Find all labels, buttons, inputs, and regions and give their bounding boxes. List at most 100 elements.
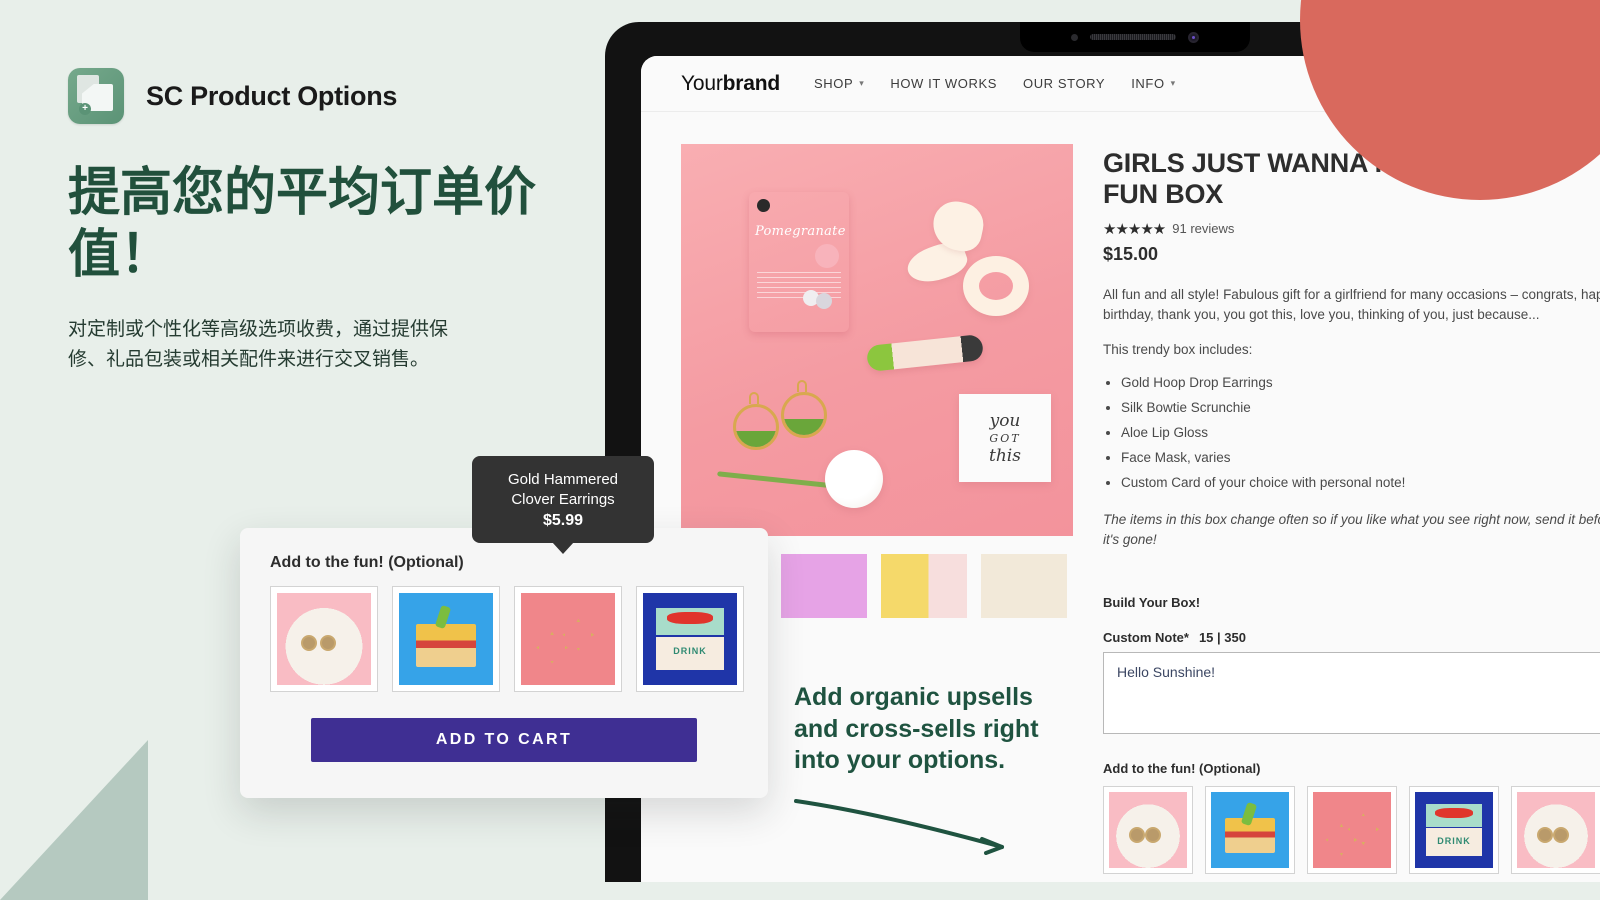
gallery-thumb-2[interactable] bbox=[781, 554, 867, 618]
scrunchie-prop bbox=[902, 197, 1037, 324]
mask-flavor-text: Pomegranate bbox=[755, 224, 846, 239]
product-includes-intro: This trendy box includes: bbox=[1103, 342, 1253, 358]
clover-earrings-image bbox=[521, 593, 615, 685]
you-got-this-card-prop: you GOT this bbox=[959, 394, 1051, 482]
drink-card-image: DRINK bbox=[643, 593, 737, 685]
app-name: SC Product Options bbox=[146, 80, 398, 111]
product-page: Pomegranate you GOT this GIRLS JUST WANN… bbox=[641, 112, 1600, 882]
product-info: GIRLS JUST WANNA HAVE FUN BOX ★★★★★ 91 r… bbox=[1103, 144, 1600, 882]
popup-title: Add to the fun! (Optional) bbox=[270, 554, 464, 571]
nav-item-how-it-works[interactable]: HOW IT WORKS bbox=[890, 76, 997, 91]
pompom-ball bbox=[825, 450, 883, 508]
promo-subcopy: 对定制或个性化等高级选项收费，通过提供保修、礼品包装或相关配件来进行交叉销售。 bbox=[68, 318, 449, 371]
custom-note-input[interactable] bbox=[1103, 651, 1600, 734]
arrow-right-icon bbox=[794, 797, 1050, 860]
scrunchie-ring bbox=[963, 256, 1029, 316]
decorative-triangle bbox=[0, 740, 148, 900]
list-item: Aloe Lip Gloss bbox=[1121, 423, 1600, 444]
gallery-thumb-4[interactable] bbox=[981, 554, 1067, 618]
add-to-fun-swatch-grid: DRINK bbox=[1103, 785, 1600, 882]
promo-headline: 提高您的平均订单价值！ bbox=[68, 164, 537, 285]
list-item: Silk Bowtie Scrunchie bbox=[1121, 398, 1600, 419]
device-notch bbox=[1020, 22, 1250, 52]
list-item: Face Mask, varies bbox=[1121, 448, 1600, 469]
haribo-goldbears-image bbox=[1211, 791, 1289, 868]
chevron-down-icon: ▾ bbox=[859, 78, 865, 88]
drink-card-brand-pill bbox=[1435, 807, 1473, 818]
logo-plus-icon: + bbox=[79, 103, 91, 115]
product-includes-list: Gold Hoop Drop Earrings Silk Bowtie Scru… bbox=[1121, 373, 1600, 494]
camera-icon bbox=[1188, 31, 1199, 43]
clover-earrings-image bbox=[1313, 791, 1391, 868]
druzy-stud-earrings-image bbox=[277, 593, 371, 685]
swatch-tooltip: Gold Hammered Clover Earrings $5.99 bbox=[472, 456, 654, 543]
pomegranate-icon bbox=[815, 244, 839, 268]
review-count: 91 reviews bbox=[1172, 221, 1235, 237]
popup-swatch-haribo-goldbears[interactable] bbox=[392, 586, 500, 692]
product-hero-image[interactable]: Pomegranate you GOT this bbox=[681, 144, 1073, 536]
hoop-right bbox=[781, 392, 827, 438]
build-your-box-label: Build Your Box! bbox=[1103, 594, 1201, 610]
product-price: $15.00 bbox=[1103, 243, 1159, 264]
chevron-down-icon: ▾ bbox=[1170, 78, 1176, 88]
sensor-icon bbox=[1071, 33, 1078, 41]
card-line-3: this bbox=[989, 445, 1021, 466]
store-nav: SHOP ▾ HOW IT WORKS OUR STORY INFO ▾ bbox=[814, 76, 1176, 91]
nav-label-our-story: OUR STORY bbox=[1022, 76, 1106, 91]
swatch-gold-hammered-clover-earrings[interactable] bbox=[1307, 785, 1397, 874]
face-mask-prop: Pomegranate bbox=[749, 192, 849, 332]
product-description: All fun and all style! Fabulous gift for… bbox=[1103, 286, 1600, 323]
popup-swatch-druzy-stud-earrings[interactable] bbox=[270, 586, 378, 692]
card-line-2: GOT bbox=[989, 431, 1021, 445]
custom-note-header: Custom Note* 15 | 350 bbox=[1103, 630, 1600, 645]
gallery-thumb-3[interactable] bbox=[881, 554, 967, 618]
product-options-logo-icon: + bbox=[68, 68, 124, 124]
star-rating-icon: ★★★★★ bbox=[1103, 220, 1166, 238]
popup-swatch-grid: DRINK bbox=[270, 586, 744, 692]
nav-item-info[interactable]: INFO ▾ bbox=[1131, 76, 1176, 91]
hoop-wire-left bbox=[749, 392, 759, 404]
hoop-earrings-prop bbox=[733, 376, 833, 456]
card-line-1: you bbox=[989, 410, 1021, 431]
callout-annotation: Add organic upsells and cross-sells righ… bbox=[794, 682, 1050, 860]
hoop-left bbox=[733, 404, 779, 450]
add-to-cart-button[interactable]: ADD TO CART bbox=[311, 718, 697, 762]
product-disclaimer: The items in this box change often so if… bbox=[1103, 511, 1600, 548]
product-rating[interactable]: ★★★★★ 91 reviews bbox=[1103, 220, 1600, 238]
drink-card-brand-pill bbox=[667, 612, 713, 625]
nav-item-our-story[interactable]: OUR STORY bbox=[1023, 76, 1105, 91]
druzy-stud-earrings-image bbox=[1109, 791, 1187, 868]
store-logo[interactable]: Yourbrand bbox=[681, 72, 780, 96]
speaker-grille-icon bbox=[1090, 34, 1176, 40]
list-item: Gold Hoop Drop Earrings bbox=[1121, 373, 1600, 394]
popup-swatch-sodalicious-free-drink-card[interactable]: DRINK bbox=[636, 586, 744, 692]
haribo-goldbears-image bbox=[399, 593, 493, 685]
app-brand-line: + SC Product Options bbox=[68, 68, 568, 124]
popup-swatch-gold-hammered-clover-earrings[interactable] bbox=[514, 586, 622, 692]
nav-label-info: INFO bbox=[1131, 76, 1165, 91]
mask-brand-tag bbox=[757, 199, 770, 212]
drink-card-image: DRINK bbox=[1415, 791, 1493, 868]
options-popup-card: Add to the fun! (Optional) DRINK ADD TO … bbox=[240, 528, 768, 798]
mask-jars-icon bbox=[803, 288, 837, 310]
add-to-fun-label: Add to the fun! (Optional) bbox=[1103, 760, 1261, 776]
swatch-sodalicious-free-drink-card[interactable]: DRINK bbox=[1409, 785, 1499, 874]
promo-column: + SC Product Options 提高您的平均订单价值！ 对定制或个性化… bbox=[68, 68, 568, 376]
list-item: Custom Card of your choice with personal… bbox=[1121, 473, 1600, 494]
store-logo-bold: brand bbox=[722, 71, 781, 95]
swatch-row2-1[interactable] bbox=[1511, 785, 1600, 874]
nav-label-how-it-works: HOW IT WORKS bbox=[890, 76, 997, 91]
callout-text: Add organic upsells and cross-sells righ… bbox=[794, 683, 1039, 774]
drink-card-label: DRINK bbox=[1437, 836, 1471, 847]
druzy-stud-earrings-image bbox=[1517, 791, 1595, 868]
drink-card-label: DRINK bbox=[673, 646, 707, 657]
pompom-flower-prop bbox=[717, 448, 897, 518]
swatch-druzy-stud-earrings[interactable] bbox=[1103, 785, 1193, 874]
tooltip-product-price: $5.99 bbox=[542, 512, 584, 529]
nav-item-shop[interactable]: SHOP ▾ bbox=[814, 76, 864, 91]
swatch-haribo-goldbears[interactable] bbox=[1205, 785, 1295, 874]
tooltip-product-name: Gold Hammered Clover Earrings bbox=[507, 471, 619, 508]
custom-note-counter: 15 | 350 bbox=[1198, 629, 1246, 645]
custom-note-label: Custom Note* bbox=[1103, 629, 1189, 645]
store-logo-light: Your bbox=[681, 71, 723, 95]
